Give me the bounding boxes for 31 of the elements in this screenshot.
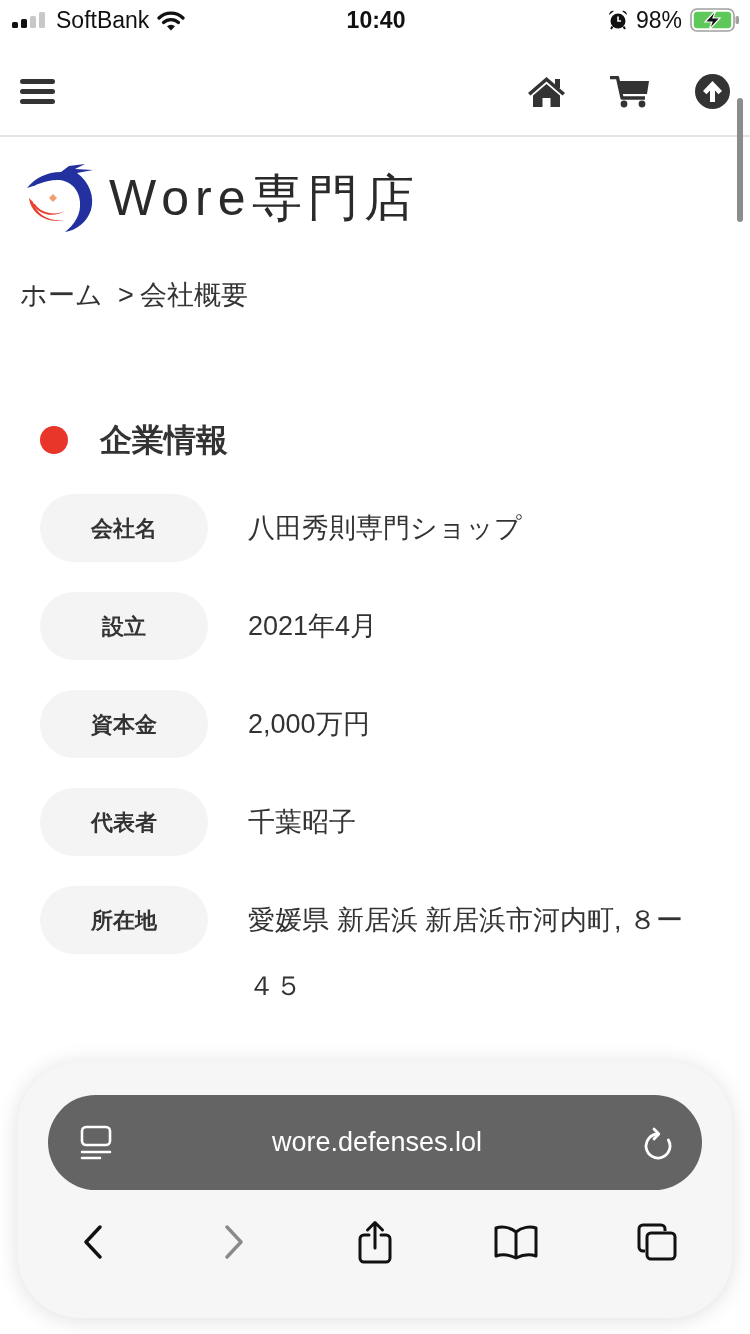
wifi-icon xyxy=(157,9,186,31)
breadcrumb-link[interactable]: ホーム xyxy=(20,277,103,313)
field-value: 愛媛県 新居浜 新居浜市河内町, ８ー４５ xyxy=(248,904,684,1003)
field-label: 所在地 xyxy=(40,886,208,954)
field-label: 会社名 xyxy=(40,494,208,562)
battery-icon xyxy=(690,8,740,32)
carrier-name: SoftBank xyxy=(56,8,150,32)
field-label: 設立 xyxy=(40,592,208,660)
cart-icon[interactable] xyxy=(610,75,650,108)
home-icon[interactable] xyxy=(528,76,565,107)
logo-text: Wore専門店 xyxy=(109,173,420,223)
signal-icon xyxy=(12,12,48,28)
address-bar[interactable]: wore.defenses.lol xyxy=(48,1095,702,1190)
field-label: 資本金 xyxy=(40,690,208,758)
field-value: 2,000万円 xyxy=(248,708,371,741)
menu-icon[interactable] xyxy=(20,79,55,104)
battery-percent: 98% xyxy=(635,8,682,32)
reload-icon[interactable] xyxy=(642,1125,674,1160)
field-value: 八田秀則専門ショップ xyxy=(248,512,523,545)
section-title: 企業情報 xyxy=(100,421,228,460)
breadcrumb-separator: > xyxy=(118,279,134,312)
alarm-icon xyxy=(607,10,628,30)
page-menu-icon[interactable] xyxy=(80,1124,112,1161)
clock-time: 10:40 xyxy=(346,8,406,32)
breadcrumb-current: 会社概要 xyxy=(139,279,248,312)
field-value: 2021年4月 xyxy=(248,610,379,643)
field-label: 代表者 xyxy=(40,788,208,856)
field-value: 千葉昭子 xyxy=(248,806,357,839)
url-text: wore.defenses.lol xyxy=(270,1129,484,1156)
scroll-up-icon[interactable] xyxy=(695,74,730,109)
bullet-icon xyxy=(40,426,68,454)
